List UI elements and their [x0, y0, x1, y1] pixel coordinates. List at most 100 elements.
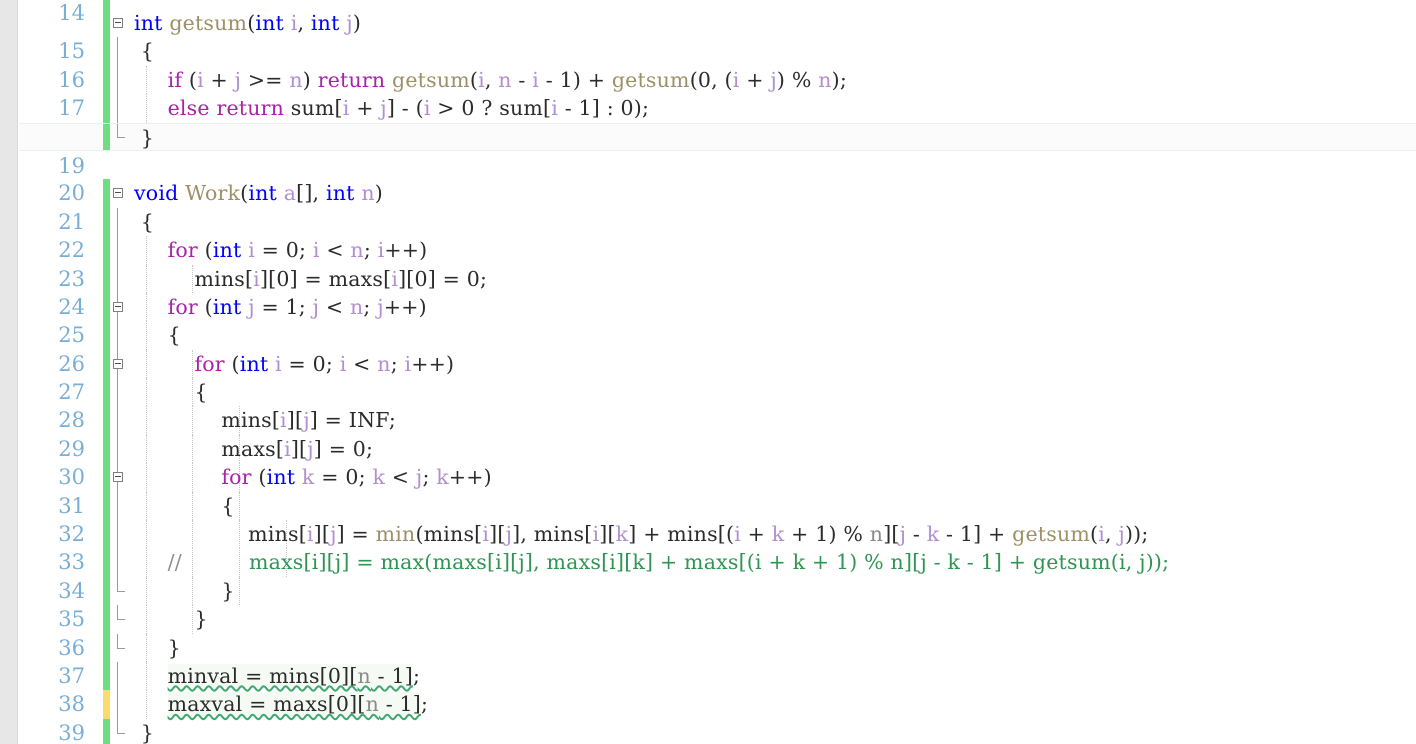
change-bar — [103, 633, 110, 662]
code-line-34[interactable]: 34 // maxs[i][j] = max(maxs[i][j], maxs[… — [19, 548, 1416, 603]
change-bar — [103, 179, 110, 208]
code-line-20[interactable]: 20 — [19, 151, 1416, 205]
fold-column[interactable] — [112, 406, 134, 435]
change-bar — [103, 207, 110, 237]
code-line-39[interactable]: 39 maxval = maxs[0][n - 1]; — [19, 690, 1416, 744]
change-bar — [103, 264, 110, 293]
fold-toggle-icon[interactable] — [113, 358, 123, 369]
code-line-26[interactable]: 26 { — [19, 321, 1416, 376]
code-text: } — [134, 635, 181, 660]
code-line-29[interactable]: 29 mins[i][j] = INF; — [19, 406, 1416, 461]
code-text: for (int i = 0; i < n; i++) — [194, 351, 455, 376]
change-bar — [103, 236, 110, 265]
change-bar — [103, 434, 110, 464]
code-line-14[interactable]: 14 — [19, 0, 1416, 24]
fold-column[interactable] — [112, 434, 134, 464]
editor-selection-margin — [0, 0, 18, 744]
code-text: for (int j = 1; j < n; j++) — [167, 294, 427, 319]
code-line-38[interactable]: 38 minval = mins[0][n - 1]; — [19, 661, 1416, 716]
code-line-33[interactable]: 33 mins[i][j] = min(mins[i][j], mins[i][… — [19, 520, 1416, 574]
code-line-18[interactable]: 18 else return sum[i + j] - (i > 0 ? sum… — [19, 94, 1416, 149]
fold-column[interactable] — [112, 463, 134, 492]
code-text: { — [134, 493, 235, 518]
fold-column[interactable] — [112, 37, 134, 66]
code-line-40[interactable]: 40 } — [19, 718, 1416, 744]
fold-column[interactable] — [112, 0, 134, 9]
fold-column[interactable] — [112, 491, 134, 521]
code-text: maxval = maxs[0][n - 1]; — [167, 692, 429, 717]
change-bar — [103, 520, 110, 549]
fold-column[interactable] — [112, 94, 134, 123]
change-bar — [103, 661, 110, 691]
code-text: if (i + j >= n) return getsum(i, n - i -… — [167, 67, 847, 92]
change-bar — [103, 151, 110, 179]
fold-column[interactable] — [112, 661, 134, 691]
fold-column[interactable] — [112, 207, 134, 237]
fold-column[interactable] — [112, 292, 134, 322]
fold-column[interactable] — [112, 264, 134, 293]
fold-toggle-icon[interactable] — [113, 472, 123, 483]
code-line-19[interactable]: 19 } — [19, 122, 1416, 178]
change-bar — [103, 321, 110, 350]
change-bar — [103, 690, 110, 719]
change-bar — [103, 349, 110, 379]
code-text: } — [134, 720, 154, 744]
code-text: } — [134, 125, 154, 150]
fold-column[interactable] — [112, 236, 134, 265]
fold-column[interactable] — [112, 321, 134, 350]
fold-column[interactable] — [112, 378, 134, 407]
code-line-32[interactable]: 32 { — [19, 491, 1416, 546]
code-line-25[interactable]: 25 for (int j = 1; j < n; j++) — [19, 292, 1416, 347]
code-text: maxs[i][j] = 0; — [134, 436, 374, 461]
fold-column[interactable] — [112, 9, 134, 37]
fold-column[interactable] — [112, 123, 134, 150]
code-line-27[interactable]: 27 for (int i = 0; i < n; i++) — [19, 349, 1416, 404]
fold-column[interactable] — [112, 65, 134, 95]
fold-toggle-icon[interactable] — [113, 188, 123, 199]
error-squiggle: minval = mins[0][n - 1] — [167, 663, 413, 688]
fold-toggle-icon[interactable] — [113, 301, 123, 312]
change-bar — [103, 718, 110, 744]
code-text: { — [134, 39, 154, 64]
code-line-37[interactable]: 37 } — [19, 633, 1416, 688]
fold-column[interactable] — [112, 520, 134, 549]
code-line-31[interactable]: 31 for (int k = 0; k < j; k++) — [19, 463, 1416, 518]
fold-column[interactable] — [112, 179, 134, 207]
code-line-17[interactable]: 17 if (i + j >= n) return getsum(i, n - … — [19, 65, 1416, 120]
code-text: mins[i][j] = min(mins[i][j], mins[i][k] … — [134, 522, 1149, 547]
fold-column[interactable] — [112, 690, 134, 719]
fold-column[interactable] — [112, 349, 134, 379]
code-line-16[interactable]: 16 { — [19, 37, 1416, 92]
fold-column[interactable] — [112, 718, 134, 744]
code-line-23[interactable]: 23 for (int i = 0; i < n; i++) — [19, 236, 1416, 291]
code-line-22[interactable]: 22 { — [19, 207, 1416, 262]
code-text: for (int k = 0; k < j; k++) — [221, 465, 492, 490]
code-text: else return sum[i + j] - (i > 0 ? sum[i … — [167, 96, 650, 121]
code-line-30[interactable]: 30 maxs[i][j] = 0; — [19, 434, 1416, 489]
code-line-21[interactable]: 21 void Work(int a[], int n) — [19, 179, 1416, 234]
change-bar — [103, 491, 110, 521]
code-text: int getsum(int i, int j) — [134, 11, 362, 35]
fold-column[interactable] — [112, 605, 134, 633]
change-bar — [103, 94, 110, 123]
code-line-15[interactable]: 15 int getsum(int i, int j) — [19, 9, 1416, 63]
fold-column[interactable] — [112, 633, 134, 662]
code-line-24[interactable]: 24 mins[i][0] = maxs[i][0] = 0; — [19, 264, 1416, 319]
code-line-28[interactable]: 28 { — [19, 378, 1416, 432]
code-line-36[interactable]: 36 } — [19, 605, 1416, 660]
editor-text-area[interactable]: 14 15 int getsum(int i, int j) 16 { 17 i… — [19, 0, 1416, 744]
code-text: minval = mins[0][n - 1]; — [167, 663, 421, 688]
change-bar — [103, 123, 110, 150]
code-text: mins[i][0] = maxs[i][0] = 0; — [134, 266, 488, 291]
change-bar — [103, 576, 110, 606]
code-text: } — [134, 578, 235, 603]
fold-toggle-icon[interactable] — [113, 18, 123, 28]
code-editor[interactable]: 14 15 int getsum(int i, int j) 16 { 17 i… — [0, 0, 1416, 744]
fold-column[interactable] — [112, 548, 134, 577]
code-text: // maxs[i][j] = max(maxs[i][j], maxs[i][… — [167, 550, 1170, 575]
code-text: for (int i = 0; i < n; i++) — [167, 238, 428, 263]
code-line-35[interactable]: 35 } — [19, 576, 1416, 631]
fold-column[interactable] — [112, 576, 134, 605]
fold-column[interactable] — [112, 151, 134, 179]
change-bar — [103, 292, 110, 322]
